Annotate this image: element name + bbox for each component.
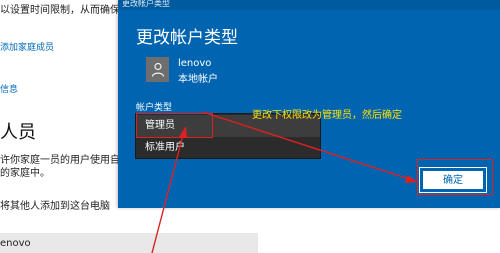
arrow-to-confirm [202,111,410,180]
annotation-arrows [151,111,418,253]
arrow-to-administrator [151,134,184,253]
arrow-head-confirm [405,175,418,183]
arrow-head-administrator [179,126,187,138]
